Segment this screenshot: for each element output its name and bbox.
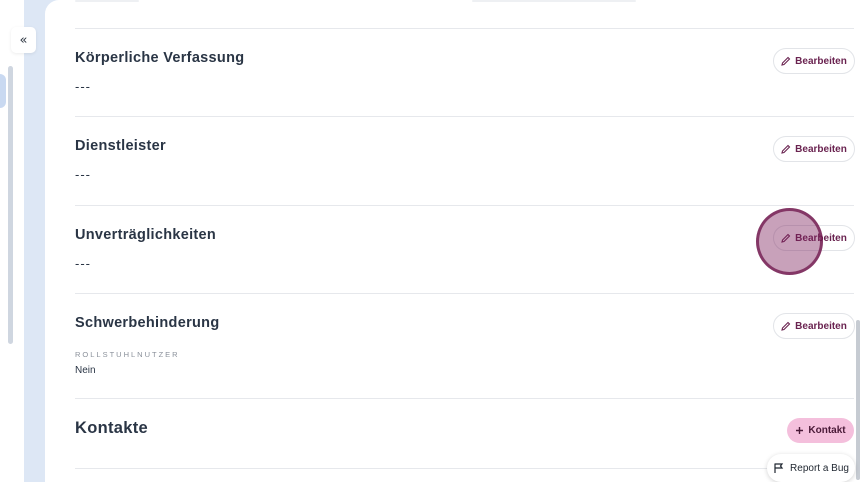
section-title-koerperliche-verfassung: Körperliche Verfassung xyxy=(75,50,245,66)
pencil-icon xyxy=(781,321,791,331)
section-divider xyxy=(75,293,854,294)
edit-button-koerperliche-verfassung[interactable]: Bearbeiten xyxy=(773,48,855,74)
chevrons-left-icon: « xyxy=(19,32,28,48)
add-kontakt-label: Kontakt xyxy=(808,425,846,436)
edit-button-label: Bearbeiten xyxy=(795,143,847,155)
section-divider xyxy=(75,28,854,29)
report-bug-label: Report a Bug xyxy=(790,462,849,474)
edit-button-dienstleister[interactable]: Bearbeiten xyxy=(773,136,855,162)
top-field-fragment xyxy=(75,0,139,2)
section-title-schwerbehinderung: Schwerbehinderung xyxy=(75,315,220,331)
pencil-icon xyxy=(781,56,791,66)
section-title-unvertraeglichkeiten: Unverträglichkeiten xyxy=(75,227,217,243)
sidebar-collapse-button[interactable]: « xyxy=(11,27,36,53)
section-value: --- xyxy=(75,167,91,182)
section-divider xyxy=(75,468,854,469)
click-indicator xyxy=(756,208,823,275)
section-title-dienstleister: Dienstleister xyxy=(75,138,166,154)
pencil-icon xyxy=(781,144,791,154)
field-value-rollstuhlnutzer: Nein xyxy=(75,365,96,376)
sidebar-active-item[interactable] xyxy=(0,74,6,108)
edit-button-label: Bearbeiten xyxy=(795,55,847,67)
section-value: --- xyxy=(75,256,91,271)
section-divider xyxy=(75,116,854,117)
section-value: --- xyxy=(75,79,91,94)
report-bug-button[interactable]: Report a Bug xyxy=(767,454,855,482)
add-kontakt-button[interactable]: Kontakt xyxy=(787,418,854,443)
edit-button-label: Bearbeiten xyxy=(795,320,847,332)
section-divider xyxy=(75,205,854,206)
section-divider xyxy=(75,398,854,399)
sidebar xyxy=(0,0,24,482)
main-scrollbar[interactable] xyxy=(856,320,860,480)
field-label-rollstuhlnutzer: ROLLSTUHLNUTZER xyxy=(75,350,180,359)
sidebar-scrollbar[interactable] xyxy=(8,66,13,344)
kontakte-title: Kontakte xyxy=(75,419,148,437)
edit-button-schwerbehinderung[interactable]: Bearbeiten xyxy=(773,313,855,339)
top-field-fragment xyxy=(472,0,636,2)
bug-report-icon xyxy=(774,463,784,473)
plus-icon xyxy=(796,427,804,434)
